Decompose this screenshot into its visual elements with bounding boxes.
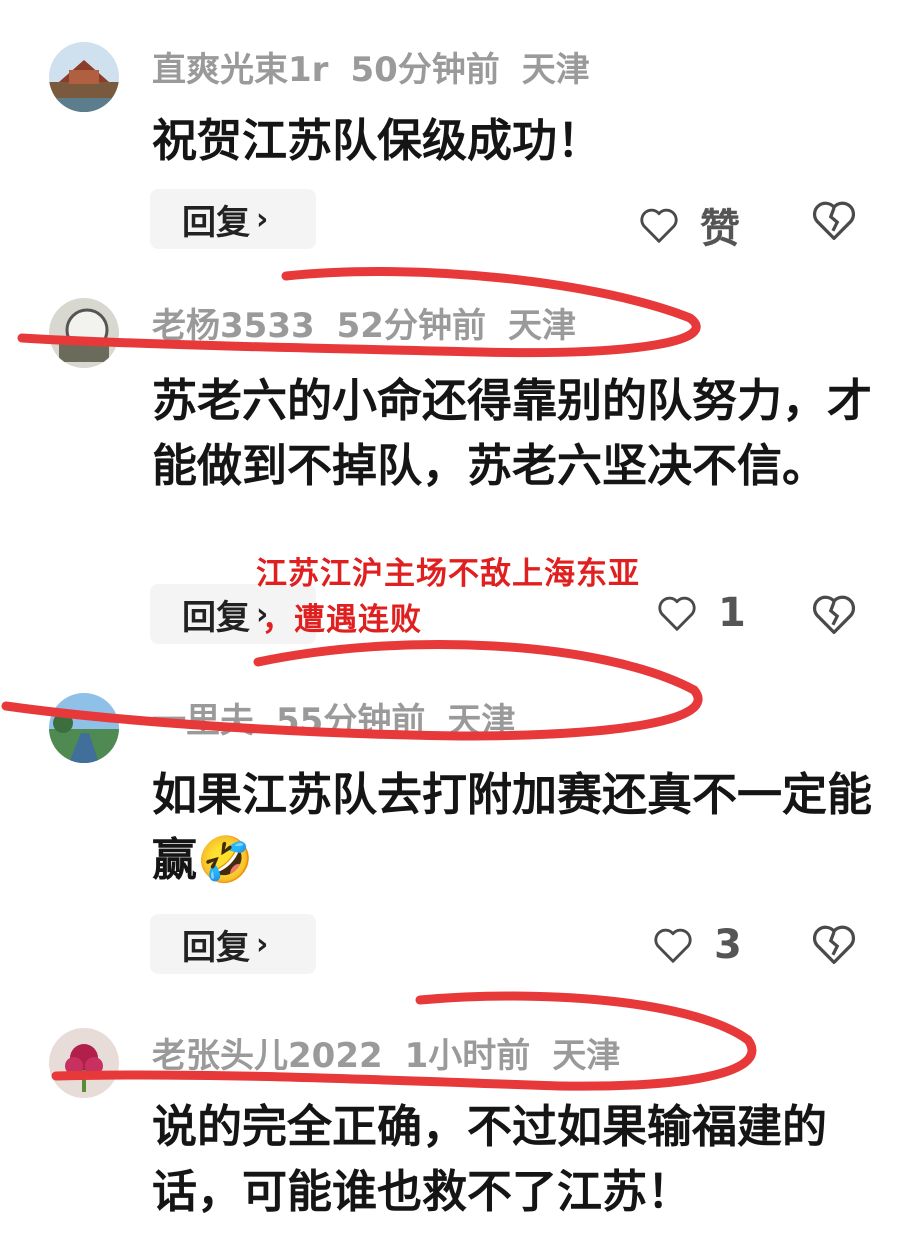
like-count: 3 — [714, 922, 742, 968]
location: 天津 — [521, 50, 590, 90]
reply-button[interactable]: 回复 › — [150, 189, 316, 249]
like-button[interactable]: 1 — [654, 590, 746, 636]
reply-label: 回复 — [182, 597, 250, 638]
heart-outline-icon — [640, 208, 678, 243]
avatar-user-4[interactable] — [49, 1028, 119, 1098]
timestamp: 50分钟前 — [350, 50, 500, 90]
username[interactable]: 直爽光束1r — [152, 50, 328, 90]
username[interactable]: 一里夫 — [152, 701, 254, 741]
comment-text-1: 祝贺江苏队保级成功！ — [152, 114, 603, 167]
comment-meta-4: 老张头儿2022 1小时前 天津 — [152, 1033, 642, 1079]
location: 天津 — [447, 701, 516, 741]
comment-text: 如果江苏队去打附加赛还真不一定能赢 — [152, 768, 873, 886]
overlay-caption-line2: ，遭遇连败 — [262, 602, 422, 638]
reply-button[interactable]: 回复 › — [150, 914, 316, 974]
comment-meta-2: 老杨3533 52分钟前 天津 — [152, 303, 598, 349]
overlay-caption-line1: 江苏江沪主场不敌上海东亚 — [256, 556, 640, 592]
comment-meta-3: 一里夫 55分钟前 天津 — [152, 698, 537, 744]
like-count: 1 — [718, 590, 746, 636]
like-button[interactable]: 赞 — [636, 196, 740, 254]
heart-outline-icon — [658, 596, 696, 631]
chevron-right-icon: › — [256, 926, 269, 962]
timestamp: 52分钟前 — [336, 306, 486, 346]
comment-text-4: 说的完全正确，不过如果输福建的话，可能谁也救不了江苏！ — [152, 1100, 828, 1218]
like-button[interactable]: 3 — [650, 922, 742, 968]
rofl-emoji: 🤣 — [197, 833, 254, 886]
timestamp: 55分钟前 — [276, 701, 426, 741]
avatar-user-2[interactable] — [49, 298, 119, 368]
location: 天津 — [507, 306, 576, 346]
comment-text-3: 如果江苏队去打附加赛还真不一定能赢🤣 — [152, 762, 872, 892]
reply-label: 回复 — [182, 927, 250, 968]
username[interactable]: 老杨3533 — [152, 306, 315, 346]
timestamp: 1小时前 — [404, 1036, 531, 1076]
chevron-right-icon: › — [256, 201, 269, 237]
avatar-user-3[interactable] — [49, 693, 119, 763]
broken-heart-icon[interactable] — [808, 918, 860, 970]
reply-label: 回复 — [182, 202, 250, 243]
like-label: 赞 — [700, 206, 740, 252]
username[interactable]: 老张头儿2022 — [152, 1036, 383, 1076]
broken-heart-icon[interactable] — [808, 588, 860, 640]
avatar-user-1[interactable] — [49, 42, 119, 112]
comment-text-2: 苏老六的小命还得靠别的队努力，才能做到不掉队，苏老六坚决不信。 — [152, 374, 873, 492]
comment-list: 直爽光束1r 50分钟前 天津 祝贺江苏队保级成功！ 回复 › 赞 老杨3533 52分… — [0, 0, 918, 1241]
heart-outline-icon — [654, 928, 692, 963]
broken-heart-icon[interactable] — [808, 194, 860, 246]
location: 天津 — [552, 1036, 621, 1076]
comment-meta-1: 直爽光束1r 50分钟前 天津 — [152, 47, 612, 93]
